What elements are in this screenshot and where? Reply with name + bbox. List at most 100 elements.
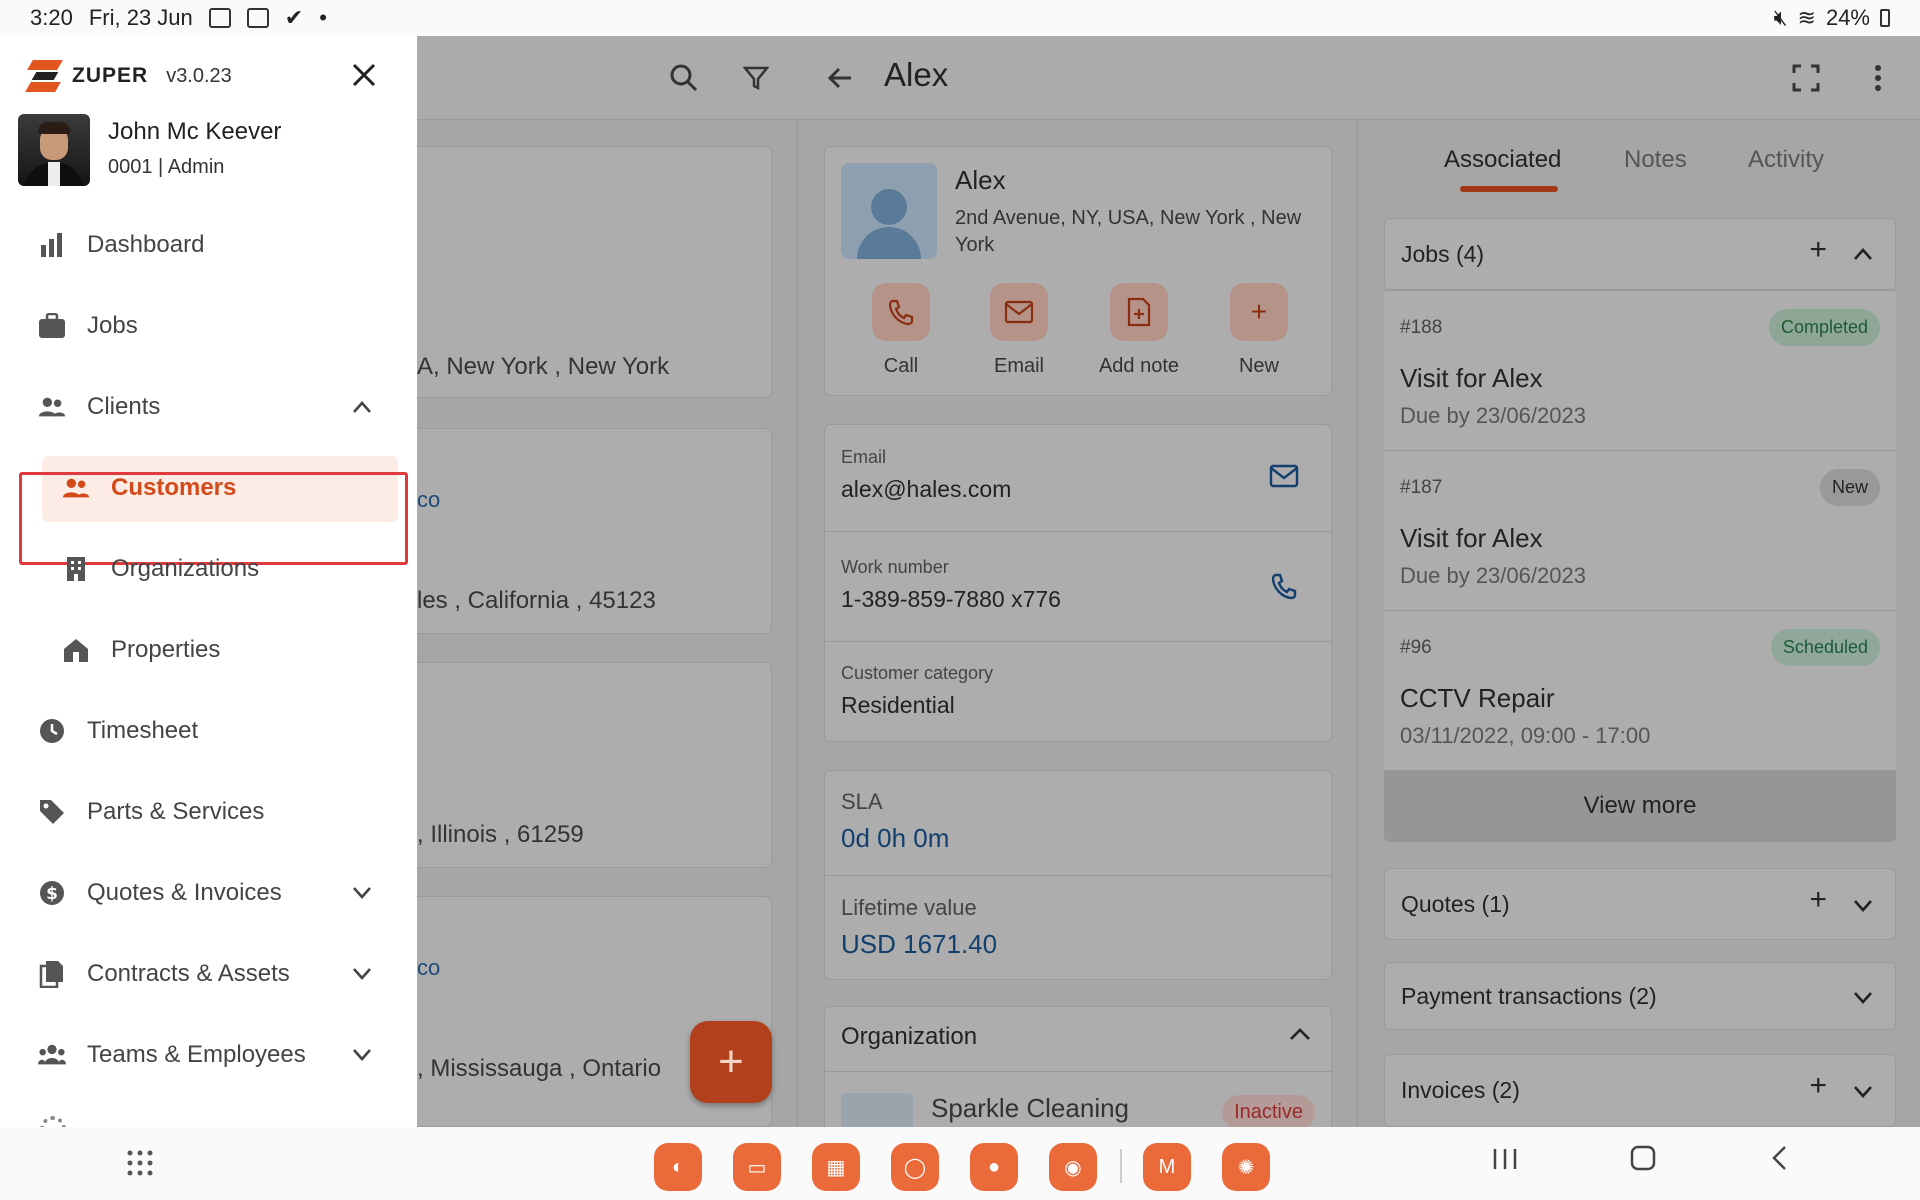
sidebar-item-dashboard[interactable]: Dashboard xyxy=(0,214,417,276)
call-button[interactable]: Call xyxy=(851,283,951,378)
sla-field: SLA 0d 0h 0m xyxy=(841,789,950,853)
sidebar-item-quotes-invoices[interactable]: $ Quotes & Invoices xyxy=(0,862,417,924)
browser-app-icon[interactable]: ◐ xyxy=(654,1143,702,1191)
status-badge: Scheduled xyxy=(1770,629,1880,666)
documents-icon xyxy=(38,960,66,988)
payment-transactions-section[interactable]: Payment transactions (2) xyxy=(1384,962,1896,1030)
building-icon xyxy=(62,555,90,583)
list-item[interactable]: , Illinois , 61259 xyxy=(410,662,772,868)
contacts-app-icon[interactable]: ● xyxy=(970,1143,1018,1191)
chevron-down-icon[interactable] xyxy=(352,961,372,987)
chevron-down-icon[interactable] xyxy=(352,1042,372,1068)
plus-icon: + xyxy=(1230,283,1288,341)
invoices-section[interactable]: Invoices (2) + xyxy=(1384,1054,1896,1127)
add-note-button[interactable]: Add note xyxy=(1089,283,1189,378)
quotes-section[interactable]: Quotes (1) + xyxy=(1384,868,1896,940)
property-icon xyxy=(62,636,90,664)
gear-icon xyxy=(40,1116,66,1127)
clock: 3:20 xyxy=(30,5,73,30)
sidebar-item-properties[interactable]: Properties xyxy=(0,619,417,681)
sidebar-item-organizations[interactable]: Organizations xyxy=(0,538,417,600)
contact-info-card: Email alex@hales.com Work number 1-389-8… xyxy=(824,424,1332,742)
back-icon[interactable] xyxy=(1770,1145,1788,1179)
bar-chart-icon xyxy=(38,231,66,259)
status-badge: Inactive xyxy=(1222,1095,1315,1130)
tab-activity[interactable]: Activity xyxy=(1748,146,1824,174)
chevron-up-icon[interactable] xyxy=(1853,241,1873,267)
chevron-down-icon[interactable] xyxy=(1853,985,1873,1011)
new-button[interactable]: + New xyxy=(1209,283,1309,378)
close-icon[interactable] xyxy=(346,58,382,94)
add-invoice-icon[interactable]: + xyxy=(1809,1069,1827,1103)
back-arrow-icon[interactable] xyxy=(820,58,860,98)
expand-icon[interactable] xyxy=(1786,58,1826,98)
gmail-app-icon[interactable]: M xyxy=(1143,1143,1191,1191)
user-role: 0001 | Admin xyxy=(108,156,225,178)
messages-app-icon[interactable]: ◯ xyxy=(891,1143,939,1191)
date: Fri, 23 Jun xyxy=(88,5,193,30)
job-item[interactable]: #187 New Visit for Alex Due by 23/06/202… xyxy=(1384,450,1896,610)
settings-app-icon[interactable]: ✺ xyxy=(1222,1143,1270,1191)
email-button[interactable]: Email xyxy=(969,283,1069,378)
tab-notes[interactable]: Notes xyxy=(1624,146,1687,174)
tab-associated[interactable]: Associated xyxy=(1444,146,1561,174)
chevron-down-icon[interactable] xyxy=(1853,893,1873,919)
add-quote-icon[interactable]: + xyxy=(1809,883,1827,917)
jobs-section[interactable]: Jobs (4) + xyxy=(1384,218,1896,290)
recent-apps-icon[interactable] xyxy=(1492,1145,1518,1179)
email-icon[interactable] xyxy=(1269,463,1299,495)
people-icon xyxy=(38,393,66,421)
work-number-field: Work number 1-389-859-7880 x776 xyxy=(841,557,1061,612)
page-title: Alex xyxy=(884,56,949,93)
sidebar-item-teams-employees[interactable]: Teams & Employees xyxy=(0,1024,417,1086)
job-item[interactable]: #96 Scheduled CCTV Repair 03/11/2022, 09… xyxy=(1384,610,1896,770)
home-icon[interactable] xyxy=(1630,1145,1656,1179)
filter-icon[interactable] xyxy=(736,58,776,98)
phone-icon xyxy=(872,283,930,341)
add-job-icon[interactable]: + xyxy=(1809,233,1827,267)
dot-icon: • xyxy=(319,5,327,30)
active-tab-indicator xyxy=(1460,186,1558,192)
chevron-up-icon[interactable] xyxy=(352,394,372,420)
sidebar-item-contracts-assets[interactable]: Contracts & Assets xyxy=(0,943,417,1005)
sidebar-item-parts-services[interactable]: Parts & Services xyxy=(0,781,417,843)
user-name: John Mc Keever xyxy=(108,118,282,145)
sidebar-item-clients[interactable]: Clients xyxy=(0,376,417,438)
more-vert-icon[interactable] xyxy=(1860,58,1896,98)
calendar-icon xyxy=(246,8,269,28)
status-badge: New xyxy=(1819,469,1880,506)
collapse-icon[interactable] xyxy=(1289,1027,1311,1046)
organization-card: Organization Sparkle Cleaning Inactive xyxy=(824,1006,1332,1146)
files-app-icon[interactable]: ▭ xyxy=(733,1143,781,1191)
dock-divider xyxy=(1120,1149,1122,1183)
app-logo: ZUPER v3.0.23 xyxy=(25,58,232,94)
organization-title: Organization xyxy=(841,1023,978,1050)
navigation-drawer: ZUPER v3.0.23 John Mc Keever 0001 | Admi… xyxy=(0,36,417,1127)
list-item[interactable]: co les , California , 45123 xyxy=(410,428,772,634)
chevron-down-icon[interactable] xyxy=(1853,1079,1873,1105)
add-customer-fab[interactable]: + xyxy=(690,1021,772,1103)
calendar-app-icon[interactable]: ▦ xyxy=(812,1143,860,1191)
tag-icon xyxy=(38,798,66,826)
phone-icon[interactable] xyxy=(1269,571,1299,608)
customer-address: 2nd Avenue, NY, USA, New York , New York xyxy=(955,207,1302,256)
team-icon xyxy=(38,1041,66,1069)
note-add-icon xyxy=(1110,283,1168,341)
customer-header-card: Alex 2nd Avenue, NY, USA, New York , New… xyxy=(824,146,1332,396)
chevron-down-icon[interactable] xyxy=(352,880,372,906)
list-item[interactable]: A, New York , New York xyxy=(410,146,772,398)
wifi-icon: ≋ xyxy=(1797,5,1816,30)
sidebar-item-jobs[interactable]: Jobs xyxy=(0,295,417,357)
battery-text: 24% xyxy=(1825,5,1870,30)
customer-name: Alex xyxy=(955,165,1006,195)
svg-text:$: $ xyxy=(46,884,58,904)
customer-category-field: Customer category Residential xyxy=(841,663,994,718)
app-version: v3.0.23 xyxy=(166,64,232,87)
search-icon[interactable] xyxy=(664,58,704,98)
view-more-button[interactable]: View more xyxy=(1384,770,1896,842)
job-item[interactable]: #188 Completed Visit for Alex Due by 23/… xyxy=(1384,290,1896,450)
avatar xyxy=(18,114,90,186)
sidebar-item-timesheet[interactable]: Timesheet xyxy=(0,700,417,762)
camera-app-icon[interactable]: ◉ xyxy=(1049,1143,1097,1191)
app-drawer-icon[interactable] xyxy=(126,1149,154,1182)
